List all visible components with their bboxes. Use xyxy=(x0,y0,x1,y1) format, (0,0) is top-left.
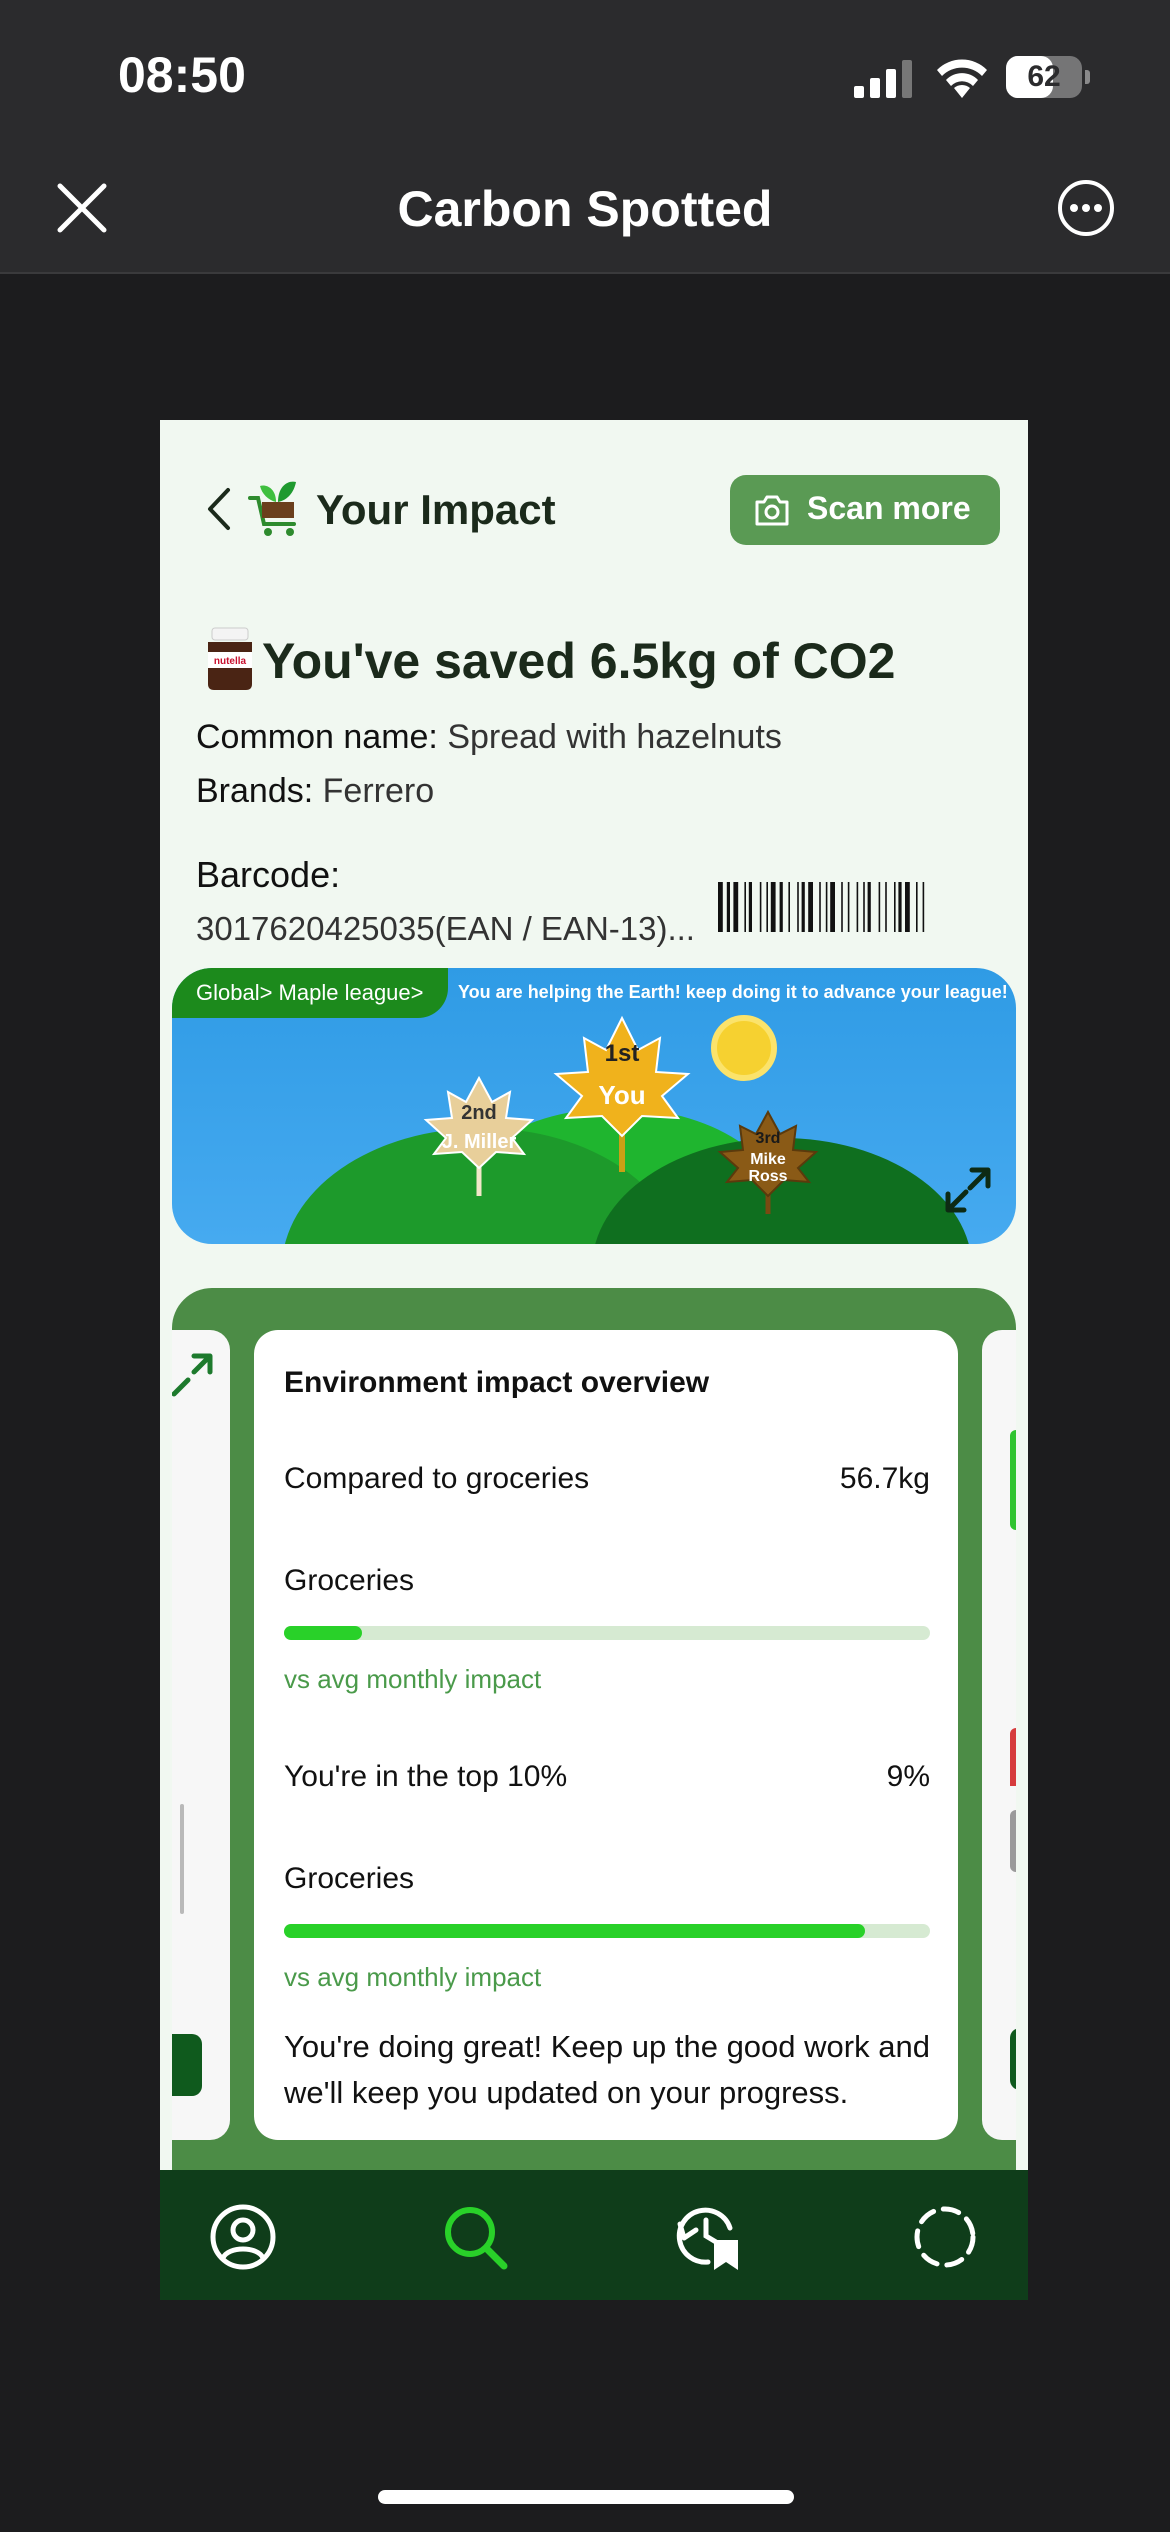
league-banner[interactable]: Global> Maple league> You are helping th… xyxy=(172,968,1016,1244)
battery-level: 62 xyxy=(1027,60,1061,93)
impact-carousel[interactable]: Environment impact overview Compared to … xyxy=(172,1288,1016,2300)
profile-icon[interactable] xyxy=(208,2202,278,2272)
top-percent-value: 9% xyxy=(886,1760,930,1793)
barcode-stripe xyxy=(922,882,925,932)
third-rank: 3rd xyxy=(755,1130,781,1147)
home-indicator xyxy=(378,2490,794,2504)
compared-label: Compared to groceries xyxy=(284,1462,590,1495)
barcode-stripe xyxy=(808,882,813,932)
nav-title: Carbon Spotted xyxy=(397,181,773,237)
barcode-stripe xyxy=(744,882,746,932)
scroll-indicator xyxy=(180,1804,184,1914)
co2-saved-headline: You've saved 6.5kg of CO2 xyxy=(262,633,896,689)
barcode-stripe xyxy=(867,882,871,932)
brands-value: Ferrero xyxy=(322,772,435,810)
barcode-stripe xyxy=(766,882,768,932)
brands-label: Brands: xyxy=(196,772,314,810)
history-bookmark-icon[interactable] xyxy=(674,2202,744,2272)
barcode-stripe xyxy=(905,882,910,932)
third-name-line2: Ross xyxy=(748,1168,788,1185)
barcode-stripe xyxy=(797,882,799,932)
top-percent-row: You're in the top 10% 9% xyxy=(284,1760,930,1794)
barcode-stripe xyxy=(726,882,730,932)
league-message: You are helping the Earth! keep doing it… xyxy=(458,982,1008,1002)
card-accent xyxy=(1010,1728,1016,1786)
page-title: Your Impact xyxy=(316,486,556,533)
barcode-stripe xyxy=(878,882,881,932)
nav-bar: Carbon Spotted xyxy=(0,140,1170,274)
environment-impact-card: Environment impact overview Compared to … xyxy=(254,1330,958,2140)
barcode-stripe xyxy=(788,882,790,932)
second-rank: 2nd xyxy=(461,1102,497,1124)
barcode-stripe xyxy=(856,882,859,932)
barcode-stripe xyxy=(759,882,762,932)
barcode-value: 3017620425035(EAN / EAN-13)... xyxy=(196,910,695,947)
wifi-icon xyxy=(937,59,987,98)
groceries-label-2: Groceries xyxy=(284,1862,415,1895)
loading-circle-icon[interactable] xyxy=(910,2202,980,2272)
barcode-stripe xyxy=(847,882,850,932)
barcode-stripe xyxy=(863,882,865,932)
barcode-stripe xyxy=(718,882,723,932)
scan-more-button[interactable]: Scan more xyxy=(730,475,1000,545)
svg-text:nutella: nutella xyxy=(214,656,247,667)
barcode-stripe xyxy=(825,882,828,932)
expand-icon xyxy=(172,1353,213,1397)
barcode-stripe xyxy=(819,882,821,932)
expand-icon[interactable] xyxy=(942,1164,994,1216)
top-percent-label: You're in the top 10% xyxy=(284,1760,568,1793)
groceries-label-1: Groceries xyxy=(284,1564,415,1597)
barcode-stripe xyxy=(801,882,805,932)
nutella-jar-icon: nutella xyxy=(208,627,252,690)
barcode-stripe xyxy=(830,882,835,932)
card-button[interactable] xyxy=(172,2034,202,2096)
groceries-progress-2 xyxy=(284,1924,930,1938)
back-chevron-icon[interactable] xyxy=(204,486,234,532)
barcode-image xyxy=(718,882,925,932)
app-frame: Your Impact Scan more nutella You've sav… xyxy=(160,420,1028,2300)
barcode-stripe xyxy=(779,882,783,932)
brands-row: Brands: Ferrero xyxy=(196,772,434,811)
first-name: You xyxy=(598,1080,646,1110)
cart-plant-icon xyxy=(248,481,296,536)
previous-card[interactable] xyxy=(172,1330,230,2140)
camera-icon xyxy=(755,495,789,526)
more-options-icon[interactable] xyxy=(1056,178,1116,238)
barcode-stripe xyxy=(733,882,739,932)
common-name-value: Spread with hazelnuts xyxy=(447,718,782,756)
common-name-row: Common name: Spread with hazelnuts xyxy=(196,718,782,757)
next-card[interactable] xyxy=(982,1330,1016,2140)
second-name: J. Miller xyxy=(441,1131,517,1153)
barcode-stripe xyxy=(841,882,843,932)
search-icon[interactable] xyxy=(440,2202,510,2272)
first-rank: 1st xyxy=(604,1040,640,1067)
encouragement-message: You're doing great! Keep up the good wor… xyxy=(284,2029,930,2110)
barcode-stripe xyxy=(748,882,752,932)
status-time: 08:50 xyxy=(118,47,246,103)
scan-more-label: Scan more xyxy=(807,490,971,526)
barcode-stripe xyxy=(894,882,896,932)
tab-bar xyxy=(160,2170,1028,2300)
barcode-stripe xyxy=(898,882,902,932)
third-name-line1: Mike xyxy=(750,1151,786,1168)
avg-impact-note-1: vs avg monthly impact xyxy=(284,1664,542,1694)
battery-icon: 62 xyxy=(1006,56,1090,98)
compared-row: Compared to groceries 56.7kg xyxy=(284,1462,930,1496)
card-accent xyxy=(1010,1810,1016,1872)
card-accent xyxy=(1010,1430,1016,1530)
groceries-progress-1 xyxy=(284,1626,930,1640)
card-title: Environment impact overview xyxy=(284,1366,710,1399)
barcode-label: Barcode: xyxy=(196,854,341,895)
compared-value: 56.7kg xyxy=(839,1462,930,1495)
impact-header: Your Impact Scan more xyxy=(160,420,1028,600)
common-name-label: Common name: xyxy=(196,718,438,756)
league-breadcrumb[interactable]: Global> Maple league> xyxy=(172,968,448,1018)
cellular-signal-icon xyxy=(854,60,912,98)
avg-impact-note-2: vs avg monthly impact xyxy=(284,1962,542,1992)
card-button[interactable] xyxy=(1010,2028,1016,2090)
barcode-stripe xyxy=(885,882,887,932)
barcode-stripe xyxy=(770,882,776,932)
barcode-stripe xyxy=(916,882,918,932)
status-bar: 08:50 62 xyxy=(0,0,1170,140)
